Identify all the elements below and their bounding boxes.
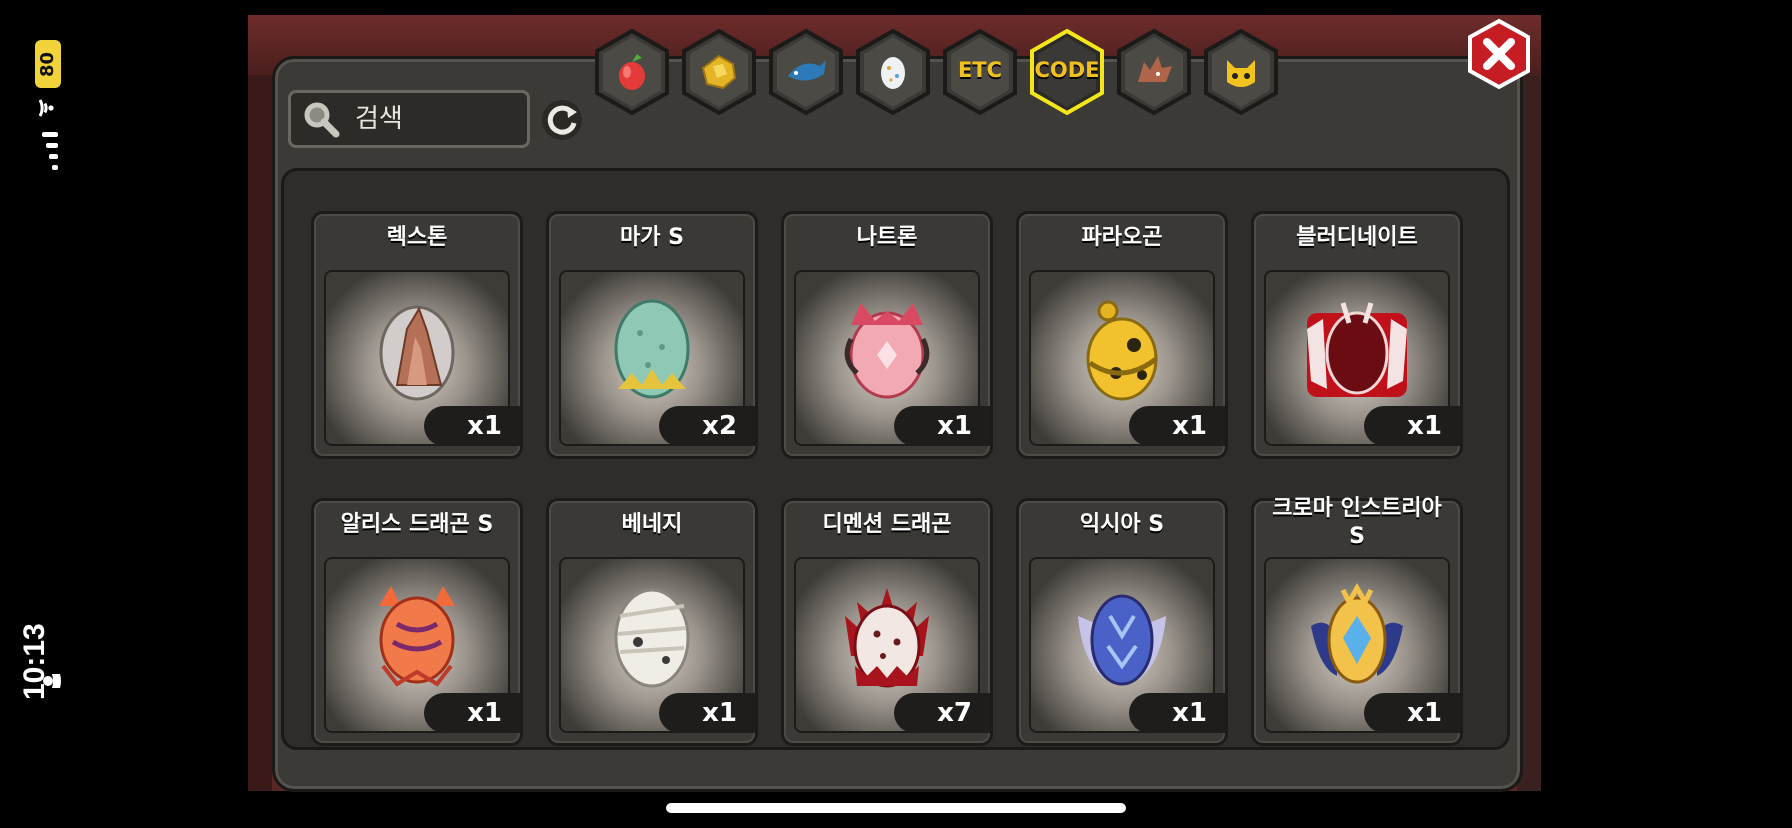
tab-gold[interactable] — [680, 28, 758, 116]
pear-fruit-icon — [619, 54, 645, 90]
status-bar: 80 10:13 — [0, 0, 100, 828]
search-input[interactable] — [353, 103, 507, 135]
winged-blue-egg-icon — [1078, 594, 1166, 686]
item-quantity: x1 — [424, 693, 520, 733]
item-quantity: x1 — [894, 406, 990, 446]
bandaged-egg-icon — [614, 588, 690, 688]
chroma-egg-icon — [1311, 582, 1403, 684]
item-card[interactable]: 렉스톤 x1 — [311, 211, 523, 459]
close-icon[interactable] — [1466, 18, 1532, 90]
item-name: 알리스 드래곤 S — [340, 512, 494, 537]
signal-icon — [42, 132, 58, 170]
green-egg-icon — [614, 299, 690, 399]
item-card[interactable]: 크로마 인스트리아 S x1 — [1251, 496, 1463, 746]
item-name: 파라오곤 — [1081, 225, 1163, 250]
battery-level: 80 — [37, 51, 59, 77]
battery-indicator: 80 — [35, 40, 61, 88]
item-name: 베네지 — [621, 512, 683, 537]
item-card[interactable]: 블러디네이트 x1 — [1251, 211, 1463, 459]
item-name: 크로마 인스트리아 S — [1272, 496, 1442, 549]
refresh-icon[interactable] — [540, 98, 584, 142]
item-card[interactable]: 나트론 x1 — [781, 211, 993, 459]
item-name: 블러디네이트 — [1296, 225, 1418, 250]
gold-ore-icon — [701, 54, 737, 90]
item-name: 렉스톤 — [386, 225, 448, 250]
bloody-egg-icon — [1307, 302, 1407, 397]
rock-egg-icon — [379, 305, 455, 401]
item-quantity: x7 — [894, 693, 990, 733]
tab-monster[interactable] — [1202, 28, 1280, 116]
item-quantity: x1 — [424, 406, 520, 446]
tab-fruit[interactable] — [593, 28, 671, 116]
tab-etc-label: ETC — [957, 58, 1003, 82]
egg-icon — [881, 57, 905, 89]
tab-fish[interactable] — [767, 28, 845, 116]
item-card[interactable]: 익시아 S x1 — [1016, 498, 1228, 746]
dragon-head-icon — [1138, 56, 1172, 82]
orange-dragon-egg-icon — [379, 586, 455, 687]
item-card[interactable]: 베네지 x1 — [546, 498, 758, 746]
yellow-monster-icon — [1227, 60, 1255, 87]
search-icon — [304, 102, 340, 138]
item-card[interactable]: 디멘션 드래곤 x7 — [781, 498, 993, 746]
item-card[interactable]: 파라오곤 x1 — [1016, 211, 1228, 459]
tab-dragon[interactable] — [1115, 28, 1193, 116]
blue-fish-icon — [788, 60, 826, 81]
wifi-icon — [38, 99, 54, 117]
item-card[interactable]: 알리스 드래곤 S x1 — [311, 498, 523, 746]
tab-egg[interactable] — [854, 28, 932, 116]
tab-code[interactable]: CODE — [1028, 28, 1106, 116]
item-quantity: x1 — [1129, 406, 1225, 446]
item-quantity: x1 — [1364, 406, 1460, 446]
pink-dragon-egg-icon — [844, 303, 930, 399]
item-name: 익시아 S — [1079, 512, 1165, 537]
dimension-egg-icon — [845, 588, 929, 688]
search-box[interactable] — [288, 90, 530, 148]
status-time: 10:13 — [18, 623, 51, 700]
item-quantity: x1 — [659, 693, 755, 733]
item-name: 디멘션 드래곤 — [822, 512, 952, 537]
item-card[interactable]: 마가 S x2 — [546, 211, 758, 459]
item-quantity: x2 — [659, 406, 755, 446]
home-indicator — [666, 803, 1126, 813]
tab-code-label: CODE — [1034, 58, 1100, 82]
tab-etc[interactable]: ETC — [941, 28, 1019, 116]
item-quantity: x1 — [1129, 693, 1225, 733]
item-name: 나트론 — [856, 225, 918, 250]
item-name: 마가 S — [620, 225, 684, 250]
item-grid: 렉스톤 x1 마가 S x2 나트론 x1 파라오곤 x1 블러디네이트 x1 … — [281, 168, 1510, 750]
item-quantity: x1 — [1364, 693, 1460, 733]
pharaoh-egg-icon — [1086, 300, 1158, 401]
